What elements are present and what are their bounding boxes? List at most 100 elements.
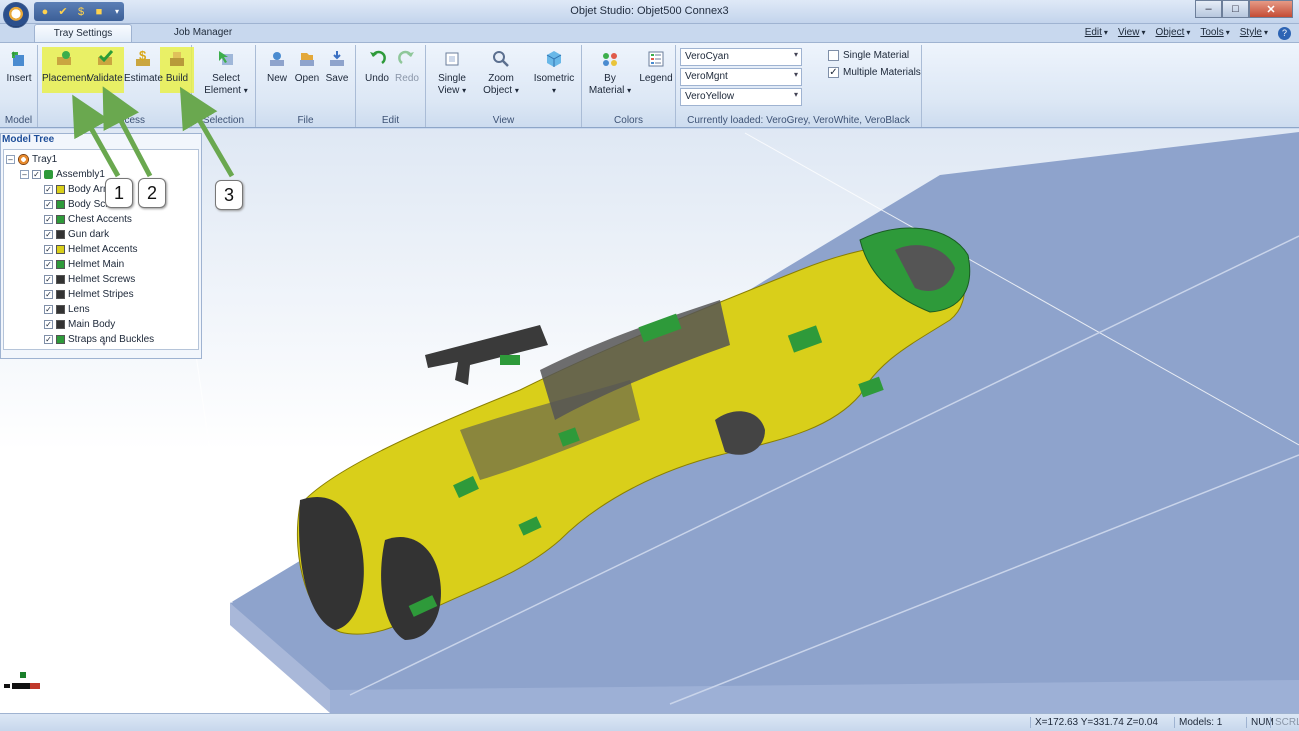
group-label-build-process: Build Process: [83, 115, 146, 126]
model-tree-panel: Model Tree – Tray1 – ✓ Assembly1 ✓ Body A…: [0, 133, 202, 359]
part-visibility-checkbox[interactable]: ✓: [44, 200, 53, 209]
group-selection: Select Element ▾ Selection: [192, 45, 256, 127]
part-color-swatch: [56, 185, 65, 194]
material-combo-3[interactable]: VeroYellow ▾: [680, 88, 802, 106]
part-label: Lens: [68, 304, 90, 315]
scroll-down-icon[interactable]: ▾: [6, 340, 202, 348]
open-icon: [300, 53, 314, 66]
menu-object[interactable]: Object: [1155, 27, 1184, 38]
application-menu-button[interactable]: [3, 2, 29, 28]
part-label: Helmet Stripes: [68, 289, 134, 300]
group-file: New Open Save File: [256, 45, 356, 127]
single-material-option[interactable]: Single Material: [828, 50, 909, 61]
legend-icon: [648, 51, 664, 67]
estimate-button[interactable]: $ Estimate: [124, 47, 163, 103]
multiple-materials-option[interactable]: ✓ Multiple Materials: [828, 67, 921, 78]
by-material-label-1: By: [604, 73, 616, 84]
collapse-icon[interactable]: –: [6, 155, 15, 164]
material-combo-2[interactable]: VeroMgnt ▾: [680, 68, 802, 86]
callout-2: 2: [138, 178, 166, 208]
validate-button[interactable]: Validate: [86, 47, 124, 103]
single-view-button[interactable]: Single View ▾: [430, 47, 474, 103]
validate-label: Validate: [87, 73, 123, 84]
tree-node-part[interactable]: ✓ Lens: [44, 302, 90, 317]
isometric-button[interactable]: Isometric ▾: [530, 47, 578, 103]
tree-node-part[interactable]: ✓ Helmet Main: [44, 257, 124, 272]
tab-job-manager[interactable]: Job Manager: [146, 24, 260, 42]
undo-icon: [370, 50, 386, 65]
group-label-view: View: [492, 115, 515, 126]
tree-node-assembly[interactable]: – ✓ Assembly1: [20, 167, 105, 182]
redo-icon: [398, 50, 414, 65]
part-color-swatch: [56, 260, 65, 269]
models-count: Models: 1: [1174, 717, 1222, 728]
group-colors: By Material ▾ Legend Colors: [582, 45, 676, 127]
part-visibility-checkbox[interactable]: ✓: [44, 185, 53, 194]
part-visibility-checkbox[interactable]: ✓: [44, 260, 53, 269]
tab-tray-settings[interactable]: Tray Settings: [34, 24, 132, 42]
chevron-down-icon: ▾: [1103, 28, 1108, 37]
tree-node-part[interactable]: ✓ Gun dark: [44, 227, 109, 242]
tray-icon: [18, 154, 29, 165]
tree-node-part[interactable]: ✓ Main Body: [44, 317, 115, 332]
group-label-selection: Selection: [202, 115, 245, 126]
part-visibility-checkbox[interactable]: ✓: [44, 320, 53, 329]
insert-button[interactable]: + Insert: [0, 47, 38, 103]
part-color-swatch: [56, 215, 65, 224]
group-build-process: Placement Validate $ Estimate Build Buil…: [38, 45, 194, 127]
group-label-model: Model: [4, 115, 33, 126]
ribbon-tab-row: Tray Settings Job Manager Edit ▾ View ▾ Ob…: [0, 24, 1299, 42]
build-button[interactable]: Build: [160, 47, 194, 103]
group-label-colors: Colors: [614, 115, 643, 126]
minimize-button[interactable]: –: [1195, 0, 1222, 18]
part-color-swatch: [56, 320, 65, 329]
tree-node-part[interactable]: ✓ Helmet Screws: [44, 272, 135, 287]
build-label: Build: [165, 73, 189, 84]
redo-label: Redo: [395, 73, 419, 84]
close-button[interactable]: ✕: [1249, 0, 1293, 18]
part-visibility-checkbox[interactable]: ✓: [44, 305, 53, 314]
assembly-label: Assembly1: [56, 169, 105, 180]
single-view-icon: [445, 52, 459, 66]
group-view: Single View ▾ Zoom Object ▾ Isometric ▾ …: [426, 45, 582, 127]
window-title: Objet Studio: Objet500 Connex3: [570, 5, 729, 17]
part-visibility-checkbox[interactable]: ✓: [44, 230, 53, 239]
multiple-materials-checkbox[interactable]: ✓: [828, 67, 839, 78]
axis-gizmo: [4, 672, 40, 689]
insert-icon: +: [11, 49, 24, 66]
group-label-file: File: [297, 115, 314, 126]
by-material-button[interactable]: By Material ▾: [586, 47, 634, 103]
save-button[interactable]: Save: [318, 47, 356, 103]
placement-button[interactable]: Placement: [42, 47, 89, 103]
single-material-checkbox[interactable]: [828, 50, 839, 61]
chevron-down-icon: ▾: [1263, 28, 1268, 37]
by-material-icon: [603, 53, 617, 66]
model-tree-list[interactable]: – Tray1 – ✓ Assembly1 ✓ Body Armor ✓ Body S…: [3, 149, 199, 350]
collapse-icon[interactable]: –: [20, 170, 29, 179]
material-combo-1[interactable]: VeroCyan ▾: [680, 48, 802, 66]
redo-button[interactable]: Redo: [388, 47, 426, 103]
part-visibility-checkbox[interactable]: ✓: [44, 245, 53, 254]
part-visibility-checkbox[interactable]: ✓: [44, 275, 53, 284]
help-icon[interactable]: ?: [1278, 27, 1291, 40]
zoom-object-button[interactable]: Zoom Object ▾: [478, 47, 524, 103]
single-view-label-1: Single: [438, 73, 466, 84]
menu-view[interactable]: View: [1118, 27, 1140, 38]
select-element-button[interactable]: Select Element ▾: [204, 47, 248, 103]
callout-3: 3: [215, 180, 243, 210]
maximize-button[interactable]: □: [1222, 0, 1249, 18]
tree-node-part[interactable]: ✓ Chest Accents: [44, 212, 132, 227]
menu-style[interactable]: Style: [1240, 27, 1262, 38]
tree-node-part[interactable]: ✓ Helmet Stripes: [44, 287, 134, 302]
part-visibility-checkbox[interactable]: ✓: [44, 215, 53, 224]
dropdown-arrow-icon: ▾: [793, 90, 798, 99]
tree-node-part[interactable]: ✓ Helmet Accents: [44, 242, 137, 257]
assembly-checkbox[interactable]: ✓: [32, 170, 41, 179]
single-view-label-2: View ▾: [437, 85, 467, 96]
multiple-materials-label: Multiple Materials: [843, 67, 921, 78]
tree-node-tray[interactable]: – Tray1: [6, 152, 57, 167]
menu-tools[interactable]: Tools: [1200, 27, 1223, 38]
legend-button[interactable]: Legend: [636, 47, 676, 103]
part-visibility-checkbox[interactable]: ✓: [44, 290, 53, 299]
menu-edit[interactable]: Edit: [1085, 27, 1102, 38]
